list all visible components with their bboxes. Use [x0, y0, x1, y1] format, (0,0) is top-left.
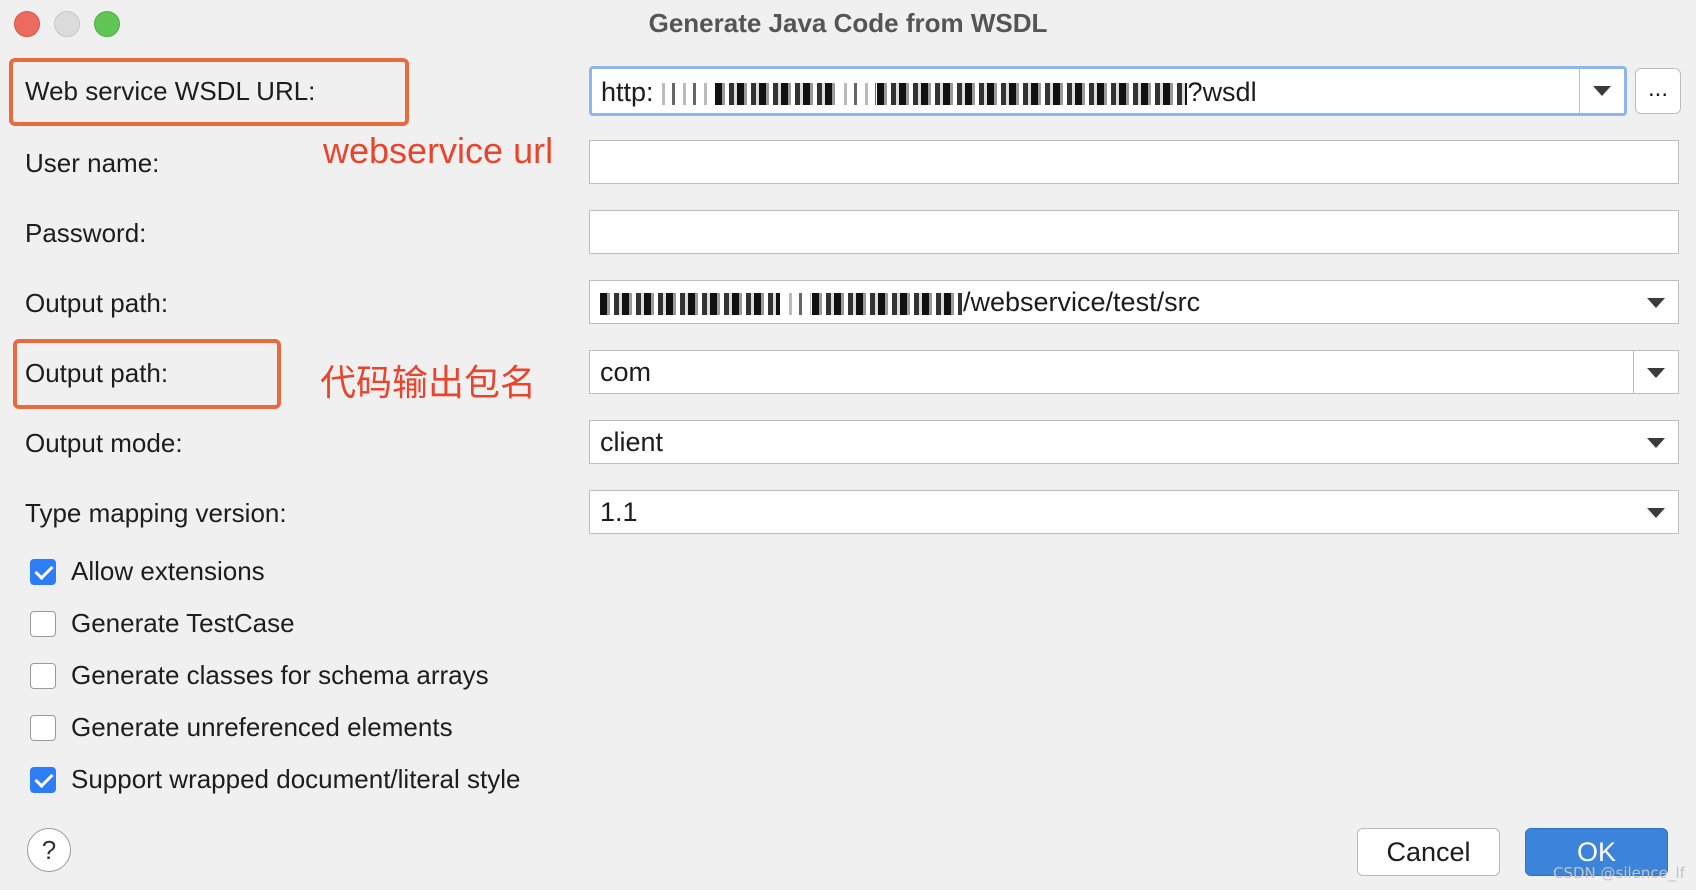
- output-path-combo[interactable]: /webservice/test/src: [589, 280, 1679, 324]
- cancel-button[interactable]: Cancel: [1357, 828, 1500, 876]
- redacted-text: [812, 292, 962, 315]
- output-path-value: /webservice/test/src: [600, 287, 1200, 318]
- type-mapping-label: Type mapping version:: [25, 498, 287, 528]
- checkbox-checked[interactable]: [30, 767, 56, 793]
- password-label: Password:: [25, 218, 147, 248]
- annotation-package-note: 代码输出包名: [320, 362, 537, 403]
- browse-button[interactable]: ...: [1635, 68, 1681, 114]
- user-name-input[interactable]: [589, 140, 1679, 184]
- window-title: Generate Java Code from WSDL: [648, 8, 1048, 38]
- redacted-text: [714, 82, 835, 105]
- output-mode-select[interactable]: client: [589, 420, 1679, 464]
- annotation-box-wsdl: [9, 58, 409, 126]
- wsdl-url-dropdown-button[interactable]: [1579, 69, 1624, 113]
- user-name-label: User name:: [25, 148, 160, 178]
- redacted-text: [600, 292, 780, 315]
- annotation-url-note: webservice url: [323, 130, 554, 171]
- wsdl-url-combo[interactable]: http: ?wsdl: [589, 66, 1627, 116]
- output-mode-label: Output mode:: [25, 428, 183, 458]
- package-dropdown-button[interactable]: [1633, 351, 1678, 393]
- checkbox-checked[interactable]: [30, 559, 56, 585]
- chevron-down-icon: [1647, 508, 1665, 518]
- title-bar: Generate Java Code from WSDL: [0, 0, 1696, 48]
- watermark: CSDN @silence_lf: [1553, 864, 1685, 882]
- redacted-text: [653, 82, 714, 105]
- annotation-box-package: [13, 339, 281, 409]
- output-path-label: Output path:: [25, 288, 169, 318]
- chevron-down-icon: [1593, 86, 1611, 96]
- help-button[interactable]: ?: [27, 828, 71, 872]
- chevron-down-icon: [1647, 368, 1665, 378]
- redacted-text: [835, 82, 876, 105]
- redacted-text: [781, 292, 811, 315]
- chevron-down-icon: [1647, 438, 1665, 448]
- password-input[interactable]: [589, 210, 1679, 254]
- package-name-combo[interactable]: com: [589, 350, 1679, 394]
- type-mapping-select[interactable]: 1.1: [589, 490, 1679, 534]
- checkbox-unchecked[interactable]: [30, 663, 56, 689]
- wsdl-url-value: http: ?wsdl: [601, 77, 1257, 107]
- checkbox-unchecked[interactable]: [30, 611, 56, 637]
- chevron-down-icon[interactable]: [1647, 298, 1665, 308]
- redacted-text: [876, 82, 1187, 105]
- checkbox-unchecked[interactable]: [30, 715, 56, 741]
